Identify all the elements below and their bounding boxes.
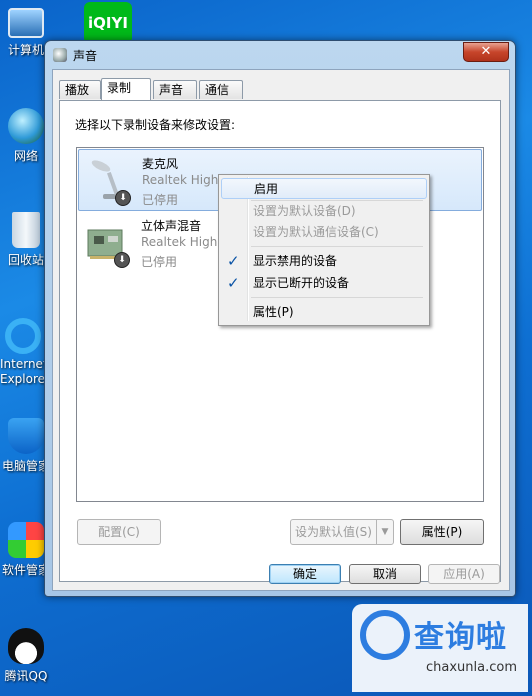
menu-item-label: 启用 (254, 182, 279, 196)
watermark-url: chaxunla.com (426, 660, 517, 675)
window-title: 声音 (73, 49, 98, 63)
menu-separator (251, 297, 423, 298)
context-menu: 启用 设置为默认设备(D) 设置为默认通信设备(C) ✓ 显示禁用的设备 ✓ 显… (218, 174, 430, 326)
desktop-icon-label: 腾讯QQ (4, 669, 48, 683)
menu-separator (251, 246, 423, 247)
dialog-body: 播放 录制 声音 通信 选择以下录制设备来修改设置: ⬇ 麦克风 Realtek… (52, 69, 510, 591)
close-button[interactable]: ✕ (463, 42, 509, 62)
recycle-bin-icon (12, 212, 40, 248)
title-bar[interactable]: 声音 ✕ (45, 41, 515, 69)
check-icon: ✓ (227, 274, 240, 292)
search-logo-icon (360, 610, 410, 660)
properties-button[interactable]: 属性(P) (400, 519, 484, 545)
tab-communications[interactable]: 通信 (199, 80, 243, 99)
menu-item-label: 属性(P) (253, 305, 294, 319)
watermark-brand: 查询啦 (414, 620, 507, 655)
menu-item-show-disconnected[interactable]: ✓ 显示已断开的设备 (221, 273, 425, 293)
disabled-arrow-icon: ⬇ (114, 252, 130, 268)
menu-item-label: 设置为默认设备(D) (253, 204, 356, 218)
software-manager-icon (8, 522, 44, 558)
ok-button[interactable]: 确定 (269, 564, 341, 584)
iqiyi-app-icon[interactable]: iQIYI (84, 2, 132, 44)
menu-item-set-default-comm-device[interactable]: 设置为默认通信设备(C) (221, 222, 425, 242)
tab-playback[interactable]: 播放 (59, 80, 101, 99)
desktop-icon-label: Internet Explorer (0, 357, 50, 386)
network-globe-icon (8, 108, 44, 144)
qq-penguin-icon (8, 628, 44, 664)
menu-item-properties[interactable]: 属性(P) (221, 302, 425, 322)
menu-item-enable[interactable]: 启用 (221, 178, 427, 199)
menu-item-set-default-device[interactable]: 设置为默认设备(D) (221, 201, 425, 221)
configure-button[interactable]: 配置(C) (77, 519, 161, 545)
device-status: 已停用 (142, 193, 179, 207)
tab-sounds[interactable]: 声音 (153, 80, 197, 99)
desktop-icon-qq[interactable]: 腾讯QQ (0, 628, 52, 684)
set-default-button[interactable]: 设为默认值(S) ▼ (290, 519, 394, 545)
cancel-button[interactable]: 取消 (349, 564, 421, 584)
internet-explorer-icon (5, 318, 41, 354)
device-status: 已停用 (141, 255, 178, 269)
check-icon: ✓ (227, 252, 240, 270)
select-device-prompt: 选择以下录制设备来修改设置: (75, 118, 236, 132)
set-default-label: 设为默认值(S) (295, 525, 372, 539)
recording-tab-page: 选择以下录制设备来修改设置: ⬇ 麦克风 Realtek High Defini… (59, 100, 501, 582)
watermark: 查询啦 chaxunla.com (352, 604, 528, 692)
menu-item-label: 设置为默认通信设备(C) (253, 225, 379, 239)
computer-icon (8, 8, 44, 38)
chevron-down-icon[interactable]: ▼ (376, 520, 393, 544)
menu-item-label: 显示禁用的设备 (253, 254, 338, 268)
speaker-icon (53, 48, 67, 62)
menu-item-label: 显示已断开的设备 (253, 276, 350, 290)
device-name: 麦克风 (142, 157, 179, 171)
tab-recording[interactable]: 录制 (101, 78, 151, 100)
disabled-arrow-icon: ⬇ (115, 190, 131, 206)
device-name: 立体声混音 (141, 219, 202, 233)
desktop: { "desktop": { "icons": [ {"label": "计算机… (0, 0, 532, 696)
menu-item-show-disabled[interactable]: ✓ 显示禁用的设备 (221, 251, 425, 271)
shield-icon (8, 418, 44, 454)
desktop-icon-ie[interactable]: Internet Explorer (0, 318, 50, 387)
apply-button[interactable]: 应用(A) (428, 564, 500, 584)
